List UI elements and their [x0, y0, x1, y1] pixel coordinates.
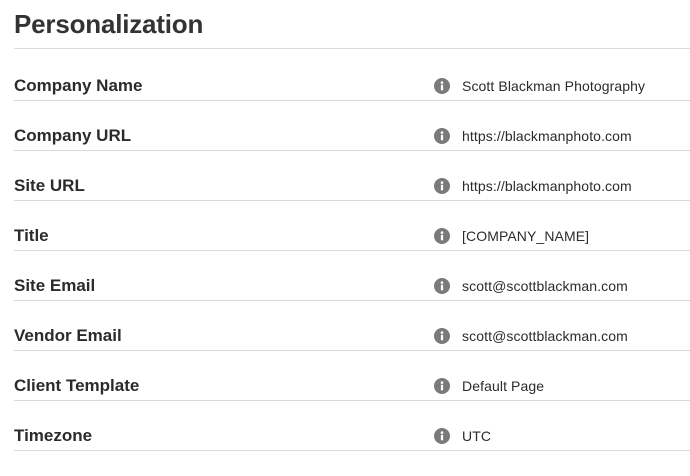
setting-label: Vendor Email — [14, 326, 122, 345]
setting-row-site-email[interactable]: Site Email scott@scottblackman.com — [14, 261, 690, 311]
info-icon[interactable] — [434, 228, 450, 244]
setting-row-site-url[interactable]: Site URL https://blackmanphoto.com — [14, 161, 690, 211]
setting-row-company-url[interactable]: Company URL https://blackmanphoto.com — [14, 111, 690, 161]
page-title: Personalization — [14, 9, 204, 39]
setting-value[interactable]: https://blackmanphoto.com — [462, 126, 632, 146]
setting-row-timezone[interactable]: Timezone UTC — [14, 411, 690, 461]
setting-row-title[interactable]: Title [COMPANY_NAME] — [14, 211, 690, 261]
setting-value[interactable]: UTC — [462, 426, 491, 446]
setting-label: Timezone — [14, 426, 93, 445]
info-icon[interactable] — [434, 178, 450, 194]
info-icon[interactable] — [434, 278, 450, 294]
setting-row-client-template[interactable]: Client Template Default Page — [14, 361, 690, 411]
setting-label: Company URL — [14, 126, 132, 145]
setting-value[interactable]: scott@scottblackman.com — [462, 276, 628, 296]
setting-value[interactable]: Scott Blackman Photography — [462, 76, 645, 96]
setting-value[interactable]: Default Page — [462, 376, 544, 396]
info-icon[interactable] — [434, 78, 450, 94]
setting-value[interactable]: https://blackmanphoto.com — [462, 176, 632, 196]
setting-label: Company Name — [14, 76, 143, 95]
setting-label: Site Email — [14, 276, 96, 295]
title-divider — [14, 48, 690, 49]
setting-label: Title — [14, 226, 49, 245]
info-icon[interactable] — [434, 128, 450, 144]
setting-value[interactable]: [COMPANY_NAME] — [462, 226, 589, 246]
settings-list: Company Name Scott Blackman Photography … — [14, 61, 690, 461]
info-icon[interactable] — [434, 428, 450, 444]
setting-label: Client Template — [14, 376, 140, 395]
setting-value[interactable]: scott@scottblackman.com — [462, 326, 628, 346]
setting-row-company-name[interactable]: Company Name Scott Blackman Photography — [14, 61, 690, 111]
info-icon[interactable] — [434, 328, 450, 344]
info-icon[interactable] — [434, 378, 450, 394]
setting-label: Site URL — [14, 176, 85, 195]
setting-row-vendor-email[interactable]: Vendor Email scott@scottblackman.com — [14, 311, 690, 361]
